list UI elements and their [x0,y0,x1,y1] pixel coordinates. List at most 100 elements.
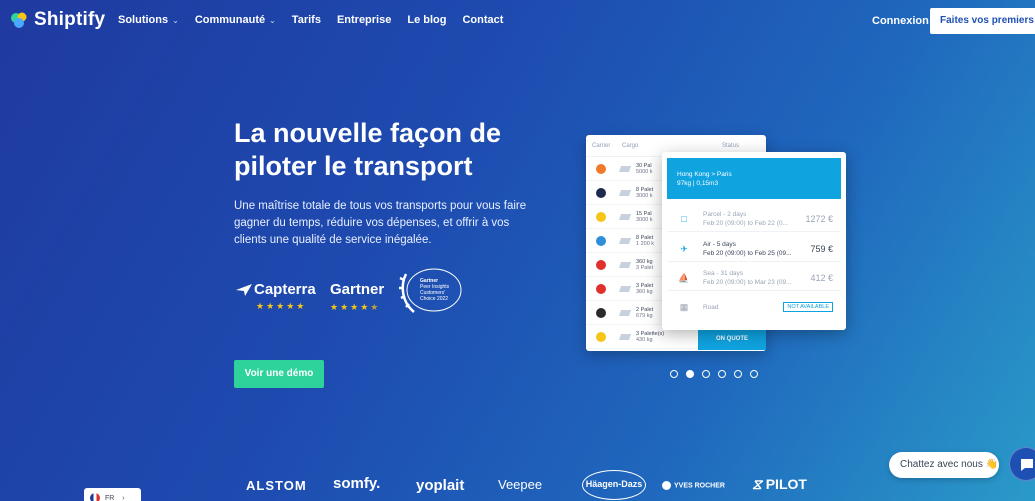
option-air[interactable]: ✈ Air - 5 days Feb 20 (09:00) to Feb 25 (… [667,236,841,262]
transport-options-popup: Hong Kong > Paris 97kg | 0,15m3 □ Parcel… [662,152,846,330]
option-title: Air - 5 days [703,240,736,248]
carousel-dot[interactable] [702,370,710,378]
cargo-icon [618,189,632,196]
on-quote-button[interactable]: ON QUOTE [698,328,766,350]
option-title: Parcel - 2 days [703,210,747,218]
get-started-button[interactable]: Faites vos premiers pas [930,8,1035,34]
carrier-logo-icon [596,307,606,318]
cargo-line-2: 3000 k [636,192,653,199]
cargo-icon [618,285,632,292]
logo-veepee: Veepee [498,477,543,492]
option-price: 1272 € [805,213,833,224]
brand-name: Shiptify [34,9,106,30]
truck-icon: ▦ [679,302,689,312]
carousel-dot[interactable] [718,370,726,378]
chevron-down-icon: ⌄ [269,15,276,25]
capterra-stars: ★★★★★ [256,301,307,311]
capterra-arrow-icon [236,283,252,296]
top-nav: Shiptify Solutions ⌄ Communauté ⌄ Tarifs E… [0,0,1035,42]
cargo-icon [618,333,632,340]
option-sea[interactable]: ⛵ Sea - 31 days Feb 20 (09:00) to Mar 23 … [667,265,841,291]
gartner-stars: ★★★★★ [330,302,381,312]
logo-yves-rocher: YVES ROCHER [662,481,725,490]
demo-button[interactable]: Voir une démo [234,360,324,388]
hero-title: La nouvelle façon de piloter le transpor… [234,118,502,181]
carrier-logo-icon [596,187,606,198]
login-link[interactable]: Connexion [872,15,929,27]
logo-pilot: ⧖ PILOT [752,476,807,493]
carousel-dot[interactable] [686,370,694,378]
nav-item-contact[interactable]: Contact [462,14,503,26]
header-carrier: Carrier [592,142,611,149]
nav-item-entreprise[interactable]: Entreprise [337,14,391,26]
option-road[interactable]: ▦ Road NOT AVAILABLE [667,294,841,320]
chevron-right-icon: › [122,494,125,501]
language-selector[interactable]: FR › [84,488,141,501]
gartner-badge: Gartner ★★★★★ [330,281,384,313]
option-price: 412 € [810,272,833,283]
capterra-name: Capterra [254,281,316,298]
cargo-line-2: 3000 k [636,216,653,223]
option-detail: Feb 20 (09:00) to Feb 22 (0... [703,219,788,227]
option-title: Road [703,303,719,311]
logo-somfy: somfy. [333,475,381,492]
nav-item-label: Solutions [118,14,169,26]
nav-links: Solutions ⌄ Communauté ⌄ Tarifs Entreprise… [118,14,503,26]
nav-item-blog[interactable]: Le blog [407,14,446,26]
option-title: Sea - 31 days [703,269,744,277]
carrier-logo-icon [596,259,606,270]
carousel-dot[interactable] [750,370,758,378]
header-cargo: Cargo [622,142,639,149]
cargo-icon [618,165,632,172]
nav-item-solutions[interactable]: Solutions ⌄ [118,14,179,26]
option-parcel[interactable]: □ Parcel - 2 days Feb 20 (09:00) to Feb 2… [667,206,841,232]
chat-label: Chattez avec nous [900,459,983,470]
pilot-icon: ⧖ [752,476,762,492]
carrier-logo-icon [596,211,606,222]
cargo-icon [618,261,632,268]
route-header: Hong Kong > Paris 97kg | 0,15m3 [667,158,841,199]
option-detail: Feb 20 (09:00) to Feb 25 (09... [703,249,792,257]
capterra-badge: Capterra ★★★★★ [236,281,316,312]
nav-item-tarifs[interactable]: Tarifs [292,14,321,26]
parcel-icon: □ [681,213,687,224]
chat-bubble-icon [1021,459,1033,471]
cargo-icon [618,309,632,316]
load-label: 97kg | 0,15m3 [677,180,719,187]
gartner-award-badge: Gartner Peer Insights Customers' Choice … [398,266,464,316]
carrier-logo-icon [596,283,606,294]
cargo-line-2: 679 kg [636,312,653,319]
logo-alstom: ALSTOM [246,478,307,493]
route-label: Hong Kong > Paris [677,171,732,178]
yves-rocher-icon [662,481,671,490]
pilot-label: PILOT [765,476,807,492]
carrier-logo-icon [596,163,606,174]
gartner-name: Gartner [330,281,385,298]
option-detail: Feb 20 (09:00) to Mar 23 (09... [703,278,792,286]
plane-icon: ✈ [680,243,688,254]
shiptify-logo-icon [10,11,28,29]
carousel-dot[interactable] [734,370,742,378]
cargo-line-2: 360 kg [636,288,653,295]
cargo-line-2: 1 200 k [636,240,655,247]
carousel-dots [670,370,758,378]
nav-item-communaute[interactable]: Communauté ⌄ [195,14,276,26]
chat-button[interactable] [1009,447,1035,481]
wave-emoji-icon: 👋 [985,459,999,470]
chat-prompt[interactable]: Chattez avec nous 👋 [889,452,999,478]
language-code: FR [104,494,115,501]
not-available-badge: NOT AVAILABLE [783,302,833,312]
brand-logo[interactable]: Shiptify [10,9,105,31]
header-status: Status [722,142,740,149]
ship-icon: ⛵ [678,272,690,283]
cargo-line-2: 3 Palet [636,264,654,271]
cargo-icon [618,213,632,220]
cargo-icon [618,237,632,244]
hero-subtitle: Une maîtrise totale de tous vos transpor… [234,200,527,246]
carousel-dot[interactable] [670,370,678,378]
carrier-logo-icon [596,235,606,246]
option-price: 759 € [810,243,833,254]
france-flag-icon [90,493,100,501]
nav-item-label: Communauté [194,14,266,26]
logo-yoplait: yoplait [416,477,465,494]
